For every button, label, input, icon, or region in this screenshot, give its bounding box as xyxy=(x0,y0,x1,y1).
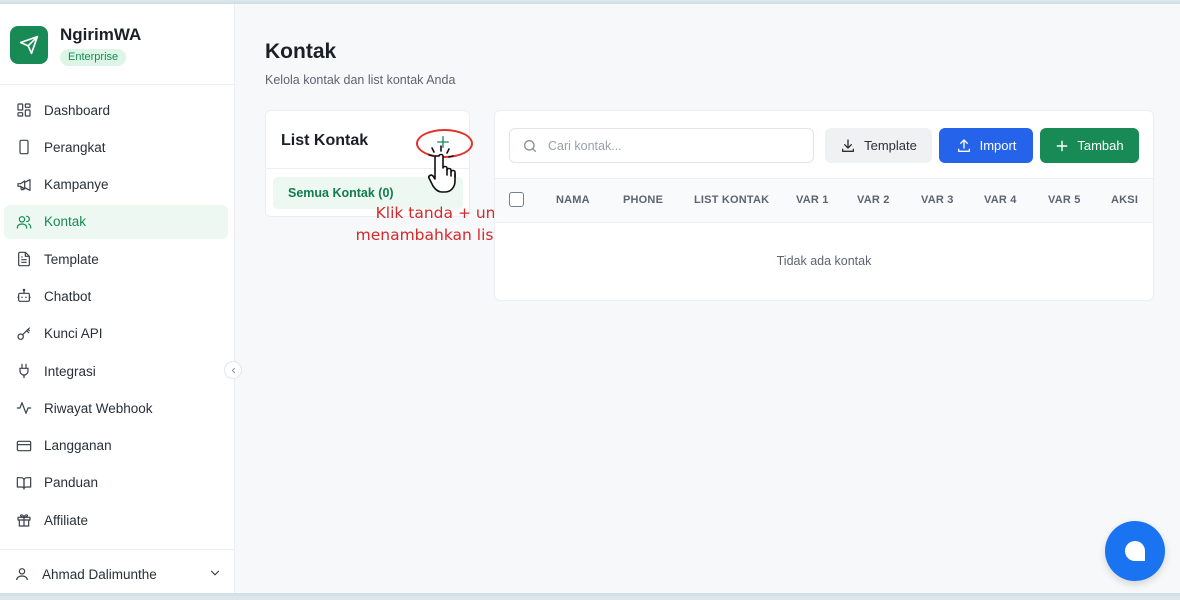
users-icon xyxy=(14,212,34,232)
app-window: NgirimWA Enterprise Dashboard Perangkat … xyxy=(0,2,1180,596)
empty-state-text: Tidak ada kontak xyxy=(776,254,872,268)
sidebar-item-chatbot[interactable]: Chatbot xyxy=(4,279,228,313)
brand[interactable]: NgirimWA Enterprise xyxy=(10,24,141,66)
user-name: Ahmad Dalimunthe xyxy=(42,566,157,582)
table-header: NAMA PHONE LIST KONTAK VAR 1 VAR 2 VAR 3… xyxy=(495,178,1153,223)
search-field[interactable] xyxy=(509,128,814,163)
column-header-var-1[interactable]: VAR 1 xyxy=(796,194,829,206)
download-template-button[interactable]: Template xyxy=(825,128,932,163)
sidebar-item-template[interactable]: Template xyxy=(4,242,228,276)
sidebar-item-label: Panduan xyxy=(44,475,99,491)
activity-icon xyxy=(14,398,34,418)
sidebar-item-label: Chatbot xyxy=(44,288,92,304)
column-header-var-5[interactable]: VAR 5 xyxy=(1048,194,1081,206)
template-button-label: Template xyxy=(864,138,917,153)
sidebar-item-label: Kontak xyxy=(44,214,87,230)
column-header-phone[interactable]: PHONE xyxy=(623,194,663,206)
book-icon xyxy=(14,473,34,493)
chat-support-button[interactable] xyxy=(1105,521,1165,581)
bot-icon xyxy=(14,286,34,306)
sidebar-item-label: Perangkat xyxy=(44,139,106,155)
search-icon xyxy=(524,139,536,152)
chevron-left-icon xyxy=(231,367,235,373)
plug-icon xyxy=(14,361,34,381)
sidebar-item-perangkat[interactable]: Perangkat xyxy=(4,130,228,164)
sidebar-item-label: Template xyxy=(44,251,99,267)
sidebar-item-label: Dashboard xyxy=(44,102,111,118)
add-button-label: Tambah xyxy=(1077,138,1124,153)
dashboard-icon xyxy=(14,100,34,120)
sidebar-item-integrasi[interactable]: Integrasi xyxy=(4,354,228,388)
column-header-nama[interactable]: NAMA xyxy=(556,194,590,206)
add-contact-button[interactable]: Tambah xyxy=(1040,128,1139,163)
sidebar-item-label: Integrasi xyxy=(44,363,96,379)
sidebar-item-kontak[interactable]: Kontak xyxy=(4,204,228,239)
megaphone-icon xyxy=(14,175,34,195)
sidebar-item-affiliate[interactable]: Affiliate xyxy=(4,503,228,537)
user-icon xyxy=(12,564,32,584)
pointer-hand-icon xyxy=(426,144,468,205)
sidebar-item-label: Kunci API xyxy=(44,326,103,342)
sidebar-item-langganan[interactable]: Langganan xyxy=(4,429,228,463)
search-input[interactable] xyxy=(548,138,798,153)
import-button-label: Import xyxy=(979,138,1017,153)
sidebar-nav: Dashboard Perangkat Kampanye Kontak Temp… xyxy=(4,93,228,541)
sidebar-item-label: Affiliate xyxy=(44,512,89,528)
contacts-table-panel: Template Import Tambah NAMA PHONE LIST K… xyxy=(494,110,1154,301)
key-icon xyxy=(14,324,34,344)
sidebar-item-kampanye[interactable]: Kampanye xyxy=(4,168,228,202)
download-icon xyxy=(840,138,856,154)
sidebar-item-dashboard[interactable]: Dashboard xyxy=(4,93,228,127)
brand-name: NgirimWA xyxy=(60,25,142,44)
sidebar: NgirimWA Enterprise Dashboard Perangkat … xyxy=(0,4,235,593)
column-header-list-kontak[interactable]: LIST KONTAK xyxy=(694,194,769,206)
divider xyxy=(0,84,235,85)
send-icon xyxy=(10,26,48,64)
sidebar-item-panduan[interactable]: Panduan xyxy=(4,466,228,500)
sidebar-item-label: Riwayat Webhook xyxy=(44,400,153,416)
list-panel-title: List Kontak xyxy=(281,132,369,149)
sidebar-item-kunci-api[interactable]: Kunci API xyxy=(4,317,228,351)
sidebar-item-label: Langganan xyxy=(44,438,112,454)
divider xyxy=(0,549,235,550)
plan-badge: Enterprise xyxy=(60,49,127,66)
select-all-checkbox[interactable] xyxy=(509,192,524,207)
credit-card-icon xyxy=(14,436,34,456)
sidebar-item-riwayat-webhook[interactable]: Riwayat Webhook xyxy=(4,391,228,425)
sidebar-item-label: Kampanye xyxy=(44,177,109,193)
sidebar-collapse-button[interactable] xyxy=(224,361,242,379)
user-menu[interactable]: Ahmad Dalimunthe xyxy=(12,561,222,587)
chat-bubble-icon xyxy=(1125,541,1145,561)
device-icon xyxy=(14,137,34,157)
import-button[interactable]: Import xyxy=(939,128,1033,163)
plus-icon xyxy=(1055,139,1069,153)
column-header-var-2[interactable]: VAR 2 xyxy=(857,194,890,206)
column-header-aksi: AKSI xyxy=(1111,194,1139,206)
column-header-var-4[interactable]: VAR 4 xyxy=(984,194,1017,206)
page-subtitle: Kelola kontak dan list kontak Anda xyxy=(265,73,456,87)
upload-icon xyxy=(956,138,972,154)
page-title: Kontak xyxy=(265,40,337,63)
gift-icon xyxy=(14,510,34,530)
file-text-icon xyxy=(14,249,34,269)
column-header-var-3[interactable]: VAR 3 xyxy=(921,194,954,206)
chevron-down-icon xyxy=(208,566,222,583)
